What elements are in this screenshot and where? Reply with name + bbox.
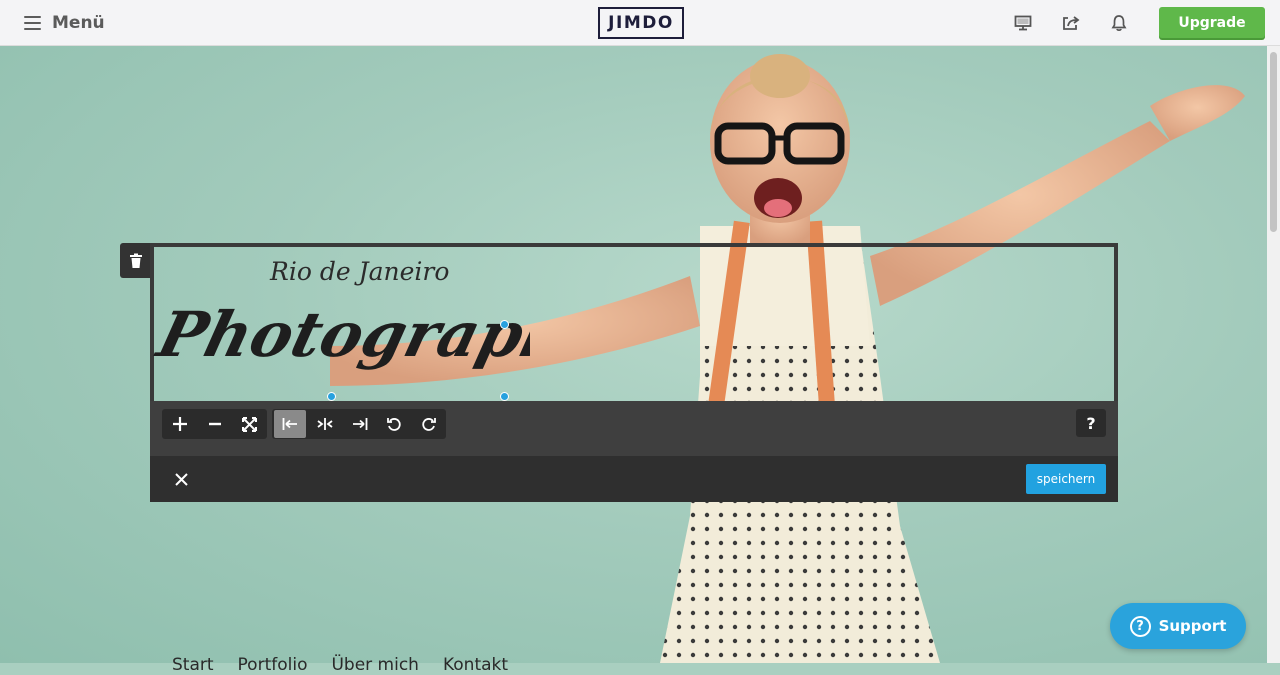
scrollbar-thumb[interactable] (1270, 52, 1277, 232)
menu-label: Menü (52, 13, 105, 33)
save-button[interactable]: speichern (1026, 464, 1106, 494)
plus-icon[interactable] (162, 409, 197, 439)
align-left-icon[interactable] (274, 410, 306, 438)
fit-icon[interactable] (232, 409, 267, 439)
upgrade-button[interactable]: Upgrade (1159, 7, 1265, 38)
site-logo-image[interactable]: Rio de Janeiro Photography (150, 246, 530, 401)
desktop-preview-icon[interactable] (1012, 12, 1034, 34)
rotate-right-icon[interactable] (411, 409, 446, 439)
nav-item-about[interactable]: Über mich (331, 655, 419, 675)
site-navigation: Start Portfolio Über mich Kontakt (172, 655, 508, 675)
minus-icon[interactable] (197, 409, 232, 439)
nav-item-start[interactable]: Start (172, 655, 214, 675)
hamburger-icon (24, 16, 41, 30)
editor-action-bar: speichern (150, 456, 1118, 502)
support-button[interactable]: ? Support (1110, 603, 1246, 649)
resize-handle-corner[interactable] (500, 392, 509, 401)
share-icon[interactable] (1060, 12, 1082, 34)
nav-item-contact[interactable]: Kontakt (443, 655, 508, 675)
align-center-icon[interactable] (308, 409, 343, 439)
zoom-tool-group (162, 409, 267, 439)
help-circle-icon: ? (1129, 615, 1151, 637)
align-right-icon[interactable] (342, 409, 377, 439)
page-scrollbar[interactable] (1267, 46, 1280, 663)
image-toolbar: ? (150, 401, 1118, 456)
alignment-tool-group (272, 409, 446, 439)
delete-button[interactable] (120, 243, 152, 278)
logo-text-line2: Photography (150, 298, 530, 371)
trash-icon (130, 253, 142, 268)
support-label: Support (1158, 617, 1227, 635)
bell-icon[interactable] (1108, 12, 1130, 34)
help-button[interactable]: ? (1076, 409, 1106, 437)
rotate-left-icon[interactable] (377, 409, 412, 439)
top-bar: Menü JIMDO Upgrade (0, 0, 1280, 46)
resize-handle-bottom[interactable] (327, 392, 336, 401)
nav-item-portfolio[interactable]: Portfolio (238, 655, 308, 675)
menu-button[interactable]: Menü (24, 11, 105, 35)
logo-text-line1: Rio de Janeiro (269, 257, 449, 286)
jimdo-logo[interactable]: JIMDO (598, 7, 684, 39)
close-icon[interactable] (170, 468, 192, 490)
resize-handle-right[interactable] (500, 320, 509, 329)
